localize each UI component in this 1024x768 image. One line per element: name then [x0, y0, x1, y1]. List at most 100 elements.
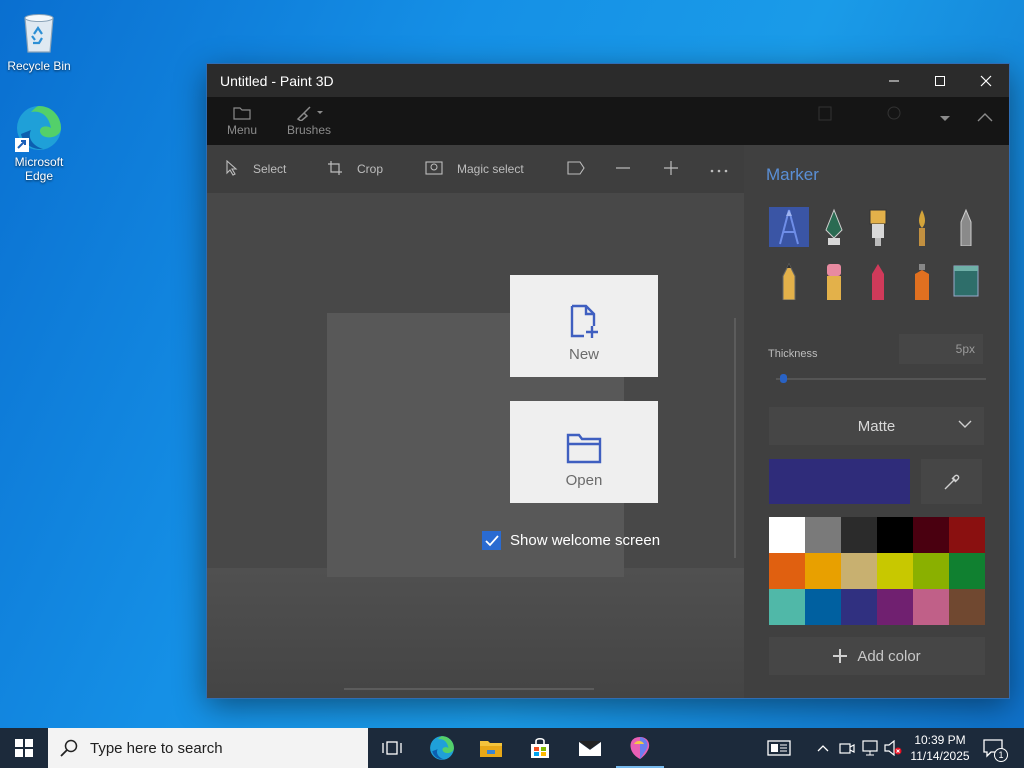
canvas-area[interactable]: New Open Show welcome screen	[207, 193, 744, 698]
taskbar-store[interactable]	[516, 728, 564, 768]
taskbar-paint3d[interactable]	[616, 728, 664, 768]
show-welcome-label: Show welcome screen	[510, 532, 661, 549]
news-widget-button[interactable]	[764, 728, 794, 768]
open-button[interactable]: Open	[510, 401, 658, 503]
camera-icon	[839, 743, 855, 754]
horizontal-scrollbar[interactable]	[344, 688, 594, 690]
palette-swatch[interactable]	[805, 589, 841, 625]
taskbar-edge[interactable]	[418, 728, 466, 768]
eraser-brush[interactable]	[814, 261, 854, 301]
ribbon: Menu Brushes	[207, 97, 1009, 145]
new-button[interactable]: New	[510, 275, 658, 377]
chevron-up-icon	[817, 745, 829, 752]
fill-bucket-icon	[953, 265, 979, 297]
calligraphy-pen-brush[interactable]	[814, 207, 854, 247]
finish-dropdown[interactable]: Matte	[769, 407, 984, 445]
palette-swatch[interactable]	[769, 589, 805, 625]
palette-swatch[interactable]	[949, 517, 985, 553]
desktop-icon-edge[interactable]: Microsoft Edge	[1, 104, 77, 183]
maximize-button[interactable]	[917, 64, 963, 97]
more-options-button[interactable]	[710, 145, 728, 193]
cursor-icon	[225, 159, 239, 179]
palette-swatch[interactable]	[913, 517, 949, 553]
minimize-button[interactable]	[871, 64, 917, 97]
palette-swatch[interactable]	[877, 589, 913, 625]
magic-select-tool[interactable]: Magic select	[425, 145, 524, 193]
window-title: Untitled - Paint 3D	[220, 72, 334, 89]
palette-swatch[interactable]	[949, 589, 985, 625]
pencil-icon	[782, 262, 796, 300]
taskbar-file-explorer[interactable]	[467, 728, 515, 768]
desktop-icon-recycle-bin[interactable]: Recycle Bin	[1, 8, 77, 73]
volume-button[interactable]	[883, 728, 903, 768]
meet-now-button[interactable]	[838, 728, 856, 768]
zoom-in-button[interactable]	[663, 145, 679, 193]
more-dropdown-button[interactable]	[935, 111, 955, 125]
magic-select-label: Magic select	[457, 162, 524, 176]
canvas-toolbar: Select Crop Magic select	[207, 145, 744, 193]
search-box[interactable]: Type here to search	[48, 728, 368, 768]
network-button[interactable]	[860, 728, 880, 768]
crayon-brush[interactable]	[858, 261, 898, 301]
brush-panel: Marker Thickness 5px Matte Add color	[744, 145, 1009, 698]
fill-bucket-brush[interactable]	[946, 261, 986, 301]
oil-brush[interactable]	[858, 207, 898, 247]
history-button-disabled[interactable]	[879, 103, 909, 123]
palette-swatch[interactable]	[877, 553, 913, 589]
thickness-input[interactable]: 5px	[899, 334, 983, 364]
checkbox-checked-icon[interactable]	[482, 531, 501, 550]
slider-knob[interactable]	[780, 374, 788, 383]
folder-icon	[227, 103, 257, 123]
palette-swatch[interactable]	[805, 517, 841, 553]
task-view-button[interactable]	[368, 728, 416, 768]
add-color-button[interactable]: Add color	[769, 637, 985, 675]
menu-button[interactable]: Menu	[227, 103, 257, 137]
palette-swatch[interactable]	[877, 517, 913, 553]
zoom-out-button[interactable]	[615, 145, 631, 193]
history-icon	[879, 103, 909, 123]
color-palette	[769, 517, 985, 625]
palette-swatch[interactable]	[841, 517, 877, 553]
collapse-ribbon-button[interactable]	[975, 111, 995, 125]
thickness-slider[interactable]	[776, 374, 986, 383]
thickness-label: Thickness	[768, 348, 818, 360]
palette-swatch[interactable]	[841, 589, 877, 625]
crop-tool[interactable]: Crop	[327, 145, 383, 193]
select-tool[interactable]: Select	[225, 145, 286, 193]
open-label: Open	[565, 472, 603, 489]
marker-brush[interactable]	[769, 207, 809, 247]
palette-swatch[interactable]	[913, 553, 949, 589]
title-bar[interactable]: Untitled - Paint 3D	[207, 64, 1009, 97]
pixel-pen-brush[interactable]	[946, 207, 986, 247]
chevron-down-icon	[958, 420, 972, 428]
palette-swatch[interactable]	[913, 589, 949, 625]
watercolor-brush[interactable]	[902, 207, 942, 247]
start-button[interactable]	[0, 728, 48, 768]
store-icon	[531, 737, 549, 758]
palette-swatch[interactable]	[769, 553, 805, 589]
palette-swatch[interactable]	[769, 517, 805, 553]
system-clock[interactable]: 10:39 PM 11/14/2025	[904, 732, 976, 764]
clock-time: 10:39 PM	[914, 733, 966, 747]
current-color-swatch[interactable]	[769, 459, 910, 504]
show-welcome-checkbox[interactable]: Show welcome screen	[482, 531, 660, 550]
palette-swatch[interactable]	[841, 553, 877, 589]
brushes-tab[interactable]: Brushes	[287, 103, 331, 137]
show-hidden-icons-button[interactable]	[814, 728, 832, 768]
pencil-brush[interactable]	[769, 261, 809, 301]
paste-button-disabled[interactable]	[810, 103, 840, 123]
spray-can-brush[interactable]	[902, 261, 942, 301]
palette-swatch[interactable]	[949, 553, 985, 589]
palette-swatch[interactable]	[805, 553, 841, 589]
plus-icon	[833, 649, 848, 663]
action-center-button[interactable]: 1	[980, 728, 1008, 768]
taskbar-mail[interactable]	[566, 728, 614, 768]
pixel-pen-icon	[960, 208, 972, 246]
file-explorer-icon	[480, 741, 502, 757]
notification-count: 1	[994, 748, 1008, 762]
new-label: New	[568, 346, 599, 363]
eyedropper-button[interactable]	[921, 459, 982, 504]
close-button[interactable]	[963, 64, 1009, 97]
flag-button[interactable]	[567, 145, 585, 193]
vertical-scrollbar[interactable]	[734, 318, 736, 558]
